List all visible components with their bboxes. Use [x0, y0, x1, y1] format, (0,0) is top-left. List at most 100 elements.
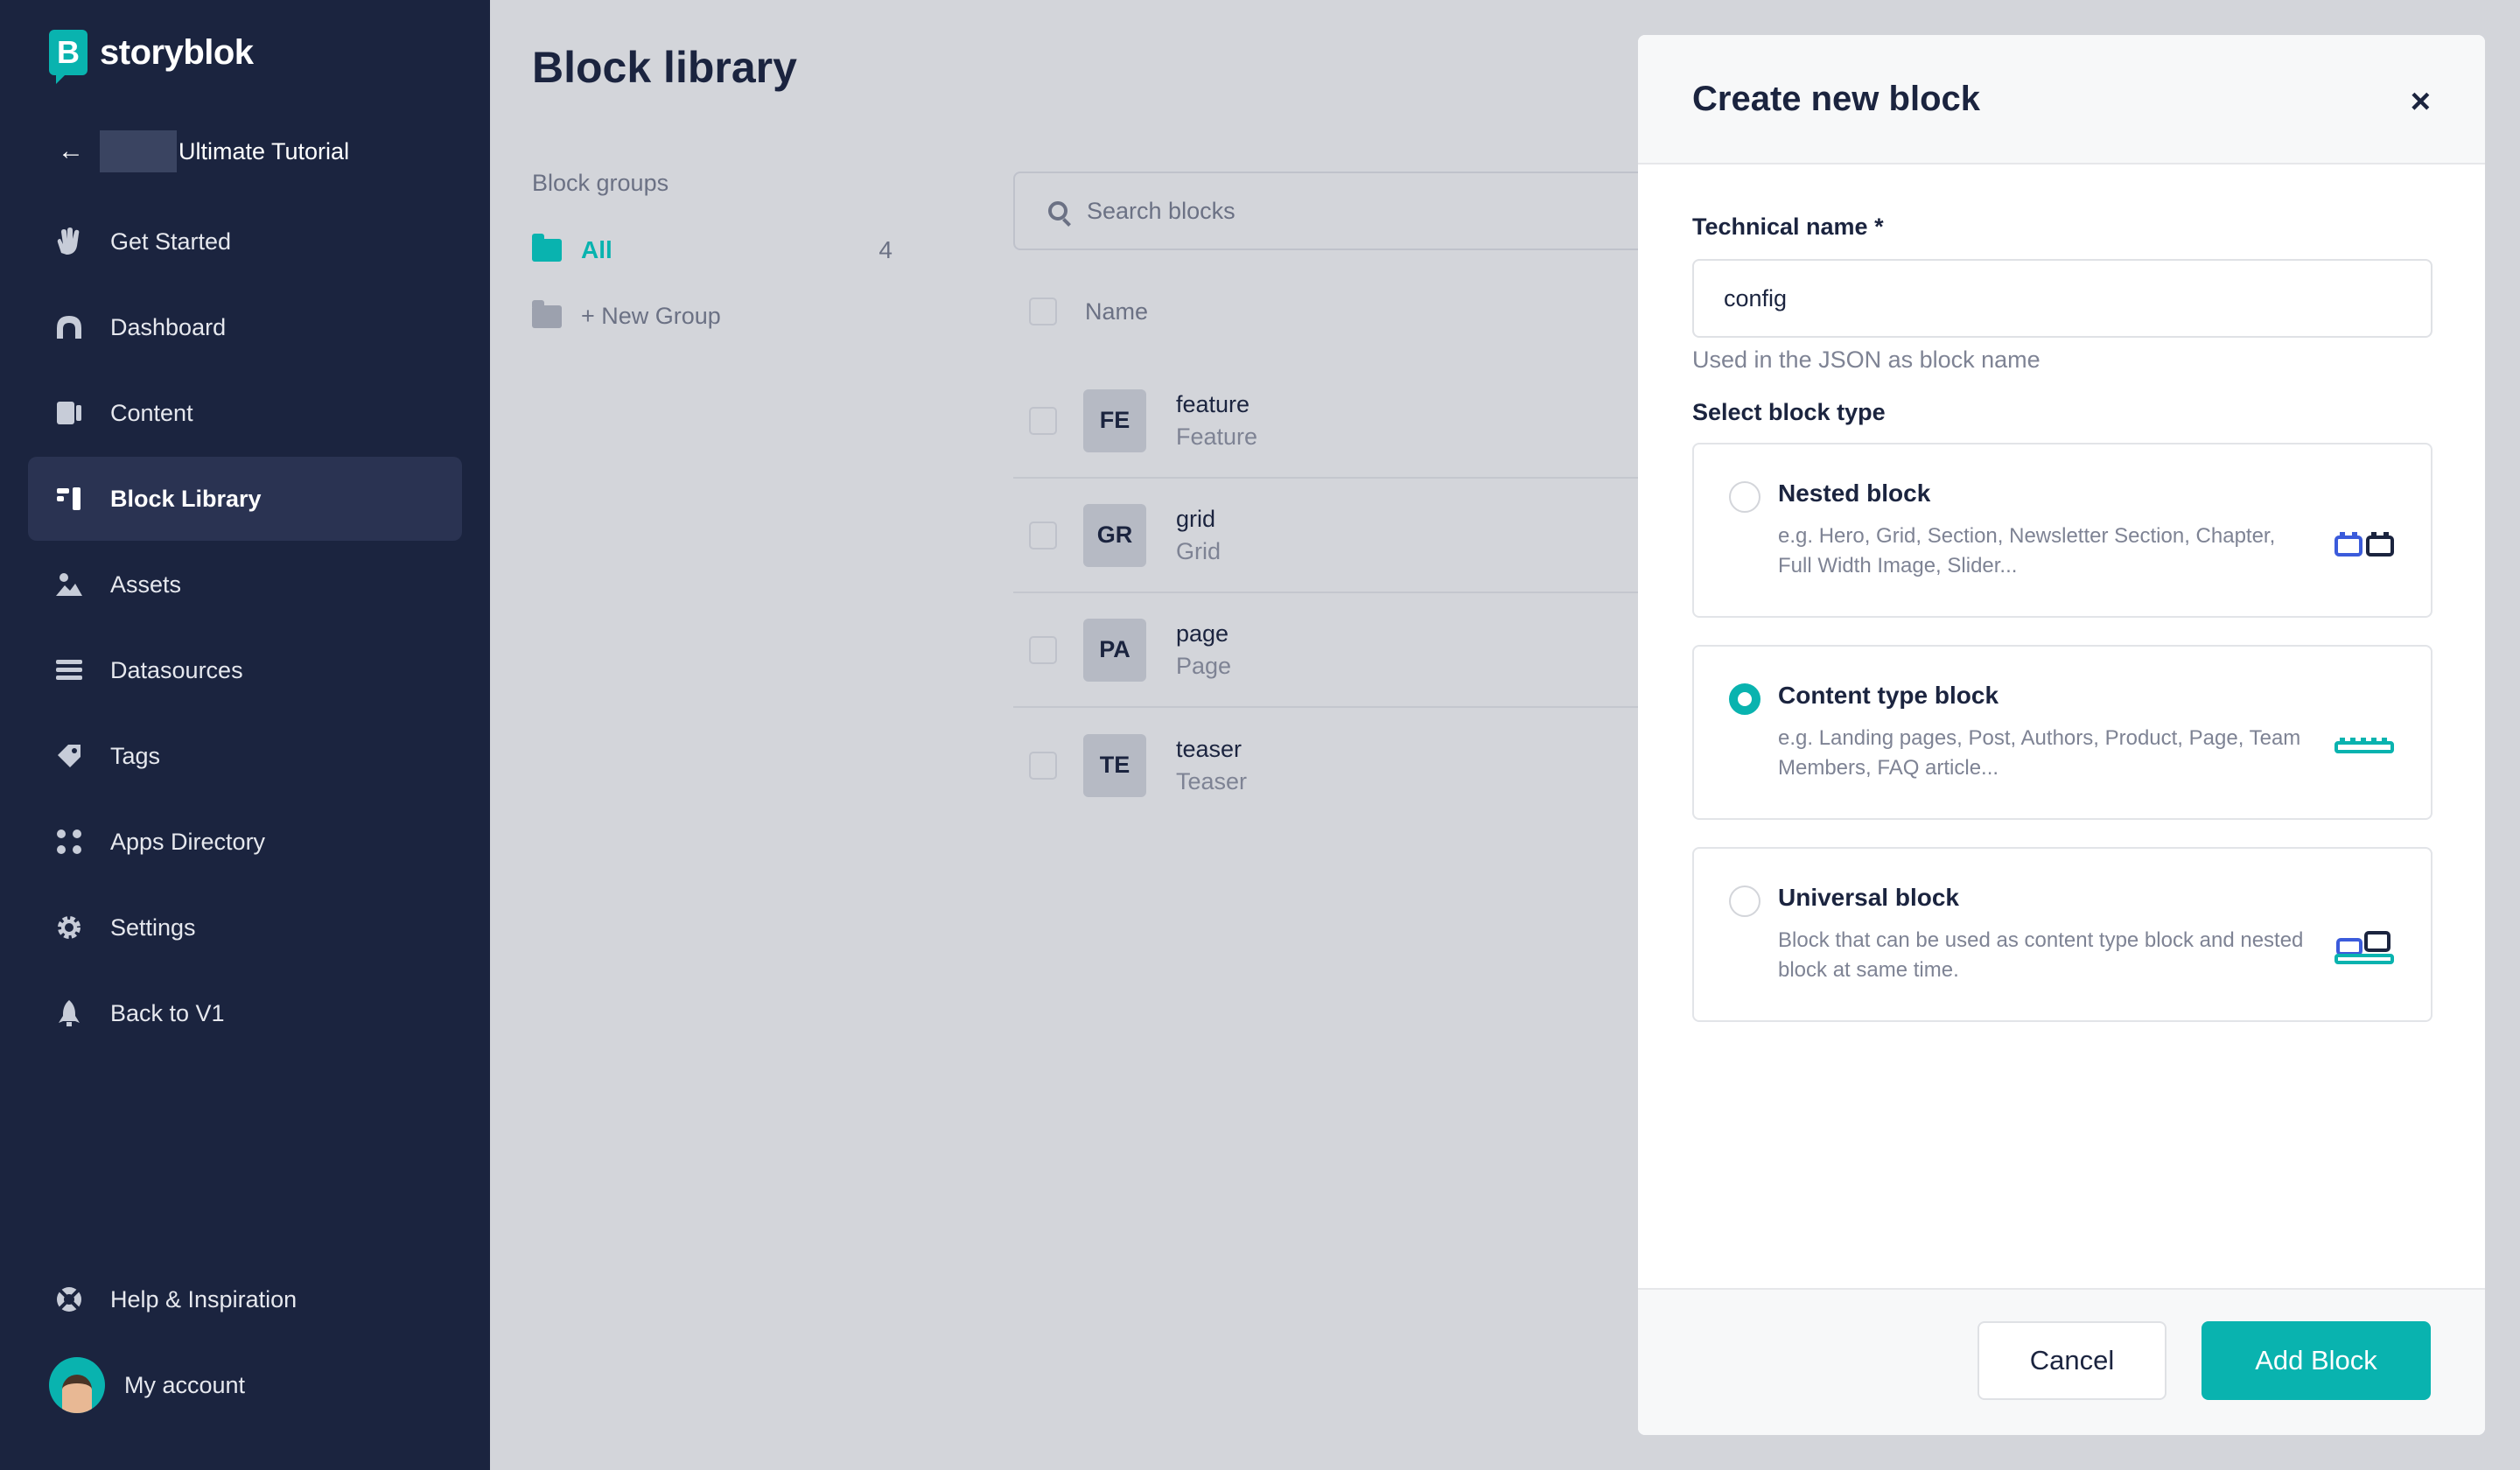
logo-text: storyblok	[100, 32, 254, 72]
block-badge: PA	[1083, 618, 1146, 682]
option-description: Block that can be used as content type b…	[1778, 928, 2304, 982]
sidebar-item-label: Block Library	[110, 485, 262, 512]
nested-block-radio[interactable]	[1729, 481, 1760, 513]
group-item-all[interactable]: All 4	[532, 234, 892, 264]
modal-header: Create new block	[1638, 35, 2485, 164]
sidebar-nav: Get Started Dashboard Content Block Libr…	[28, 200, 462, 1057]
sidebar-item-label: Dashboard	[110, 313, 227, 340]
logo-mark-icon: B	[49, 30, 88, 84]
sidebar-item-label: Settings	[110, 914, 196, 941]
row-checkbox[interactable]	[1029, 635, 1057, 664]
row-checkbox[interactable]	[1029, 521, 1057, 550]
content-type-block-radio[interactable]	[1729, 683, 1760, 715]
sidebar-item-label: Content	[110, 399, 193, 426]
sidebar-item-label: Apps Directory	[110, 828, 266, 855]
modal-footer: Cancel Add Block	[1638, 1288, 2485, 1435]
nested-block-icon	[2334, 532, 2394, 556]
sidebar-item-datasources[interactable]: Datasources	[28, 628, 462, 712]
sidebar-item-help[interactable]: Help & Inspiration	[28, 1257, 462, 1341]
block-technical-name: grid	[1176, 505, 1216, 532]
sidebar-item-block-library[interactable]: Block Library	[28, 457, 462, 541]
cancel-button[interactable]: Cancel	[1978, 1321, 2166, 1400]
tags-icon	[54, 741, 84, 771]
table-header: Name	[1029, 298, 1148, 326]
option-title: Content type block	[1778, 682, 1999, 709]
create-block-modal: Create new block × Technical name * Used…	[1638, 35, 2485, 1435]
block-library-icon	[54, 484, 84, 514]
space-switcher[interactable]: ← Ultimate Tutorial	[58, 130, 349, 173]
row-checkbox[interactable]	[1029, 406, 1057, 435]
block-groups-label: Block groups	[532, 170, 669, 196]
close-icon[interactable]: ×	[2411, 84, 2431, 119]
new-group-label: + New Group	[581, 303, 721, 329]
block-type-option-universal[interactable]: Universal block Block that can be used a…	[1692, 847, 2432, 1022]
sidebar-item-label: Assets	[110, 570, 182, 598]
option-description: e.g. Hero, Grid, Section, Newsletter Sec…	[1778, 524, 2276, 578]
new-group-button[interactable]: + New Group	[532, 299, 721, 330]
content-icon	[54, 398, 84, 428]
search-placeholder: Search blocks	[1087, 197, 1236, 224]
sidebar-item-label: My account	[124, 1371, 246, 1398]
content-type-block-icon	[2334, 738, 2394, 753]
sidebar-item-label: Datasources	[110, 656, 243, 683]
gear-icon	[54, 913, 84, 942]
apps-icon	[54, 827, 84, 857]
sidebar: B storyblok ← Ultimate Tutorial Get Star…	[0, 0, 490, 1470]
block-display-name: Feature	[1176, 423, 1258, 450]
sidebar-item-label: Back to V1	[110, 999, 225, 1026]
group-count: 4	[878, 236, 892, 263]
sidebar-item-settings[interactable]: Settings	[28, 886, 462, 970]
block-technical-name: teaser	[1176, 735, 1242, 762]
avatar	[49, 1357, 105, 1413]
universal-block-radio[interactable]	[1729, 886, 1760, 917]
sidebar-item-label: Help & Inspiration	[110, 1285, 298, 1312]
technical-name-input[interactable]	[1692, 259, 2432, 338]
select-all-checkbox[interactable]	[1029, 298, 1057, 326]
sidebar-item-dashboard[interactable]: Dashboard	[28, 285, 462, 369]
storyblok-logo[interactable]: B storyblok	[49, 30, 254, 84]
bottom-nav: Help & Inspiration My account	[28, 1257, 462, 1429]
block-badge: GR	[1083, 503, 1146, 567]
block-type-option-nested[interactable]: Nested block e.g. Hero, Grid, Section, N…	[1692, 443, 2432, 618]
block-badge: TE	[1083, 733, 1146, 797]
block-type-label: Select block type	[1692, 399, 1886, 425]
technical-name-hint: Used in the JSON as block name	[1692, 346, 2040, 373]
search-input[interactable]: Search blocks	[1013, 172, 1731, 250]
table-row[interactable]: FE feature Feature	[1013, 364, 1731, 479]
option-description: e.g. Landing pages, Post, Authors, Produ…	[1778, 726, 2301, 780]
sidebar-item-get-started[interactable]: Get Started	[28, 200, 462, 284]
table-row[interactable]: PA page Page	[1013, 593, 1731, 708]
sidebar-item-back-to-v1[interactable]: Back to V1	[28, 971, 462, 1055]
sidebar-item-label: Get Started	[110, 228, 232, 255]
space-avatar	[100, 130, 177, 172]
row-checkbox[interactable]	[1029, 751, 1057, 780]
group-label: All	[581, 236, 612, 263]
page-title: Block library	[532, 43, 797, 92]
option-title: Universal block	[1778, 884, 1959, 911]
block-technical-name: page	[1176, 620, 1229, 647]
sidebar-item-label: Tags	[110, 742, 161, 769]
table-row[interactable]: TE teaser Teaser	[1013, 708, 1731, 822]
block-display-name: Grid	[1176, 537, 1222, 564]
search-icon	[1048, 201, 1068, 220]
lifebuoy-icon	[54, 1284, 84, 1314]
block-badge: FE	[1083, 388, 1146, 452]
table-row[interactable]: GR grid Grid	[1013, 479, 1731, 593]
block-technical-name: feature	[1176, 390, 1250, 417]
sidebar-item-content[interactable]: Content	[28, 371, 462, 455]
column-header-name: Name	[1085, 298, 1149, 325]
sidebar-item-apps-directory[interactable]: Apps Directory	[28, 800, 462, 884]
back-arrow-icon[interactable]: ←	[58, 136, 93, 166]
folder-icon	[532, 299, 562, 328]
block-type-option-content-type[interactable]: Content type block e.g. Landing pages, P…	[1692, 645, 2432, 820]
add-block-button[interactable]: Add Block	[2202, 1321, 2431, 1400]
sidebar-item-assets[interactable]: Assets	[28, 542, 462, 626]
space-name: Ultimate Tutorial	[178, 137, 350, 164]
sidebar-item-tags[interactable]: Tags	[28, 714, 462, 798]
modal-title: Create new block	[1692, 79, 1981, 118]
dashboard-icon	[54, 312, 84, 342]
block-display-name: Page	[1176, 652, 1232, 679]
sidebar-item-my-account[interactable]: My account	[28, 1343, 462, 1427]
block-display-name: Teaser	[1176, 767, 1248, 794]
assets-icon	[54, 570, 84, 599]
